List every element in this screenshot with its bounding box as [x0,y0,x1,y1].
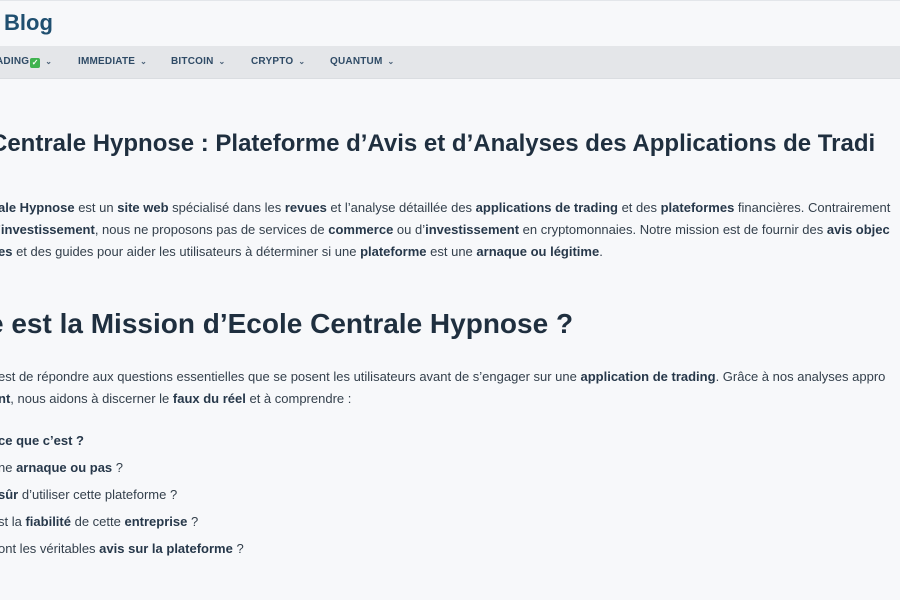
text: ? [112,460,123,475]
list-item: sûr d’utiliser cette plateforme ? [0,487,177,502]
bold-text: site web [117,200,169,215]
bold-text: application de trading [580,369,716,384]
intro-line: ’investissement, nous ne proposons pas d… [0,222,890,237]
list-item: st la fiabilité de cette entreprise ? [0,514,198,529]
text: et à comprendre : [245,391,352,406]
bold-text: investissement [0,222,95,237]
bold-text: ale Hypnose [0,200,75,215]
text: et des guides pour aider les utilisateur… [12,244,361,259]
bold-text: arnaque ou pas [16,460,113,475]
list-item: ne arnaque ou pas ? [0,460,123,475]
bold-text: revues [284,200,327,215]
mission-line: est de répondre aux questions essentiell… [0,369,885,384]
intro-line: es et des guides pour aider les utilisat… [0,244,603,259]
text: financières. Contrairement [734,200,891,215]
bold-text: plateformes [660,200,735,215]
text: ou d’ [393,222,426,237]
bold-text: avis sur la plateforme [99,541,233,556]
bold-text: nt [0,391,11,406]
bold-text: faux du réel [172,391,246,406]
text: st la [0,514,26,529]
bold-text: fiabilité [25,514,71,529]
text: et l’analyse détaillée des [326,200,476,215]
text: ne [0,460,13,475]
list-item: ont les véritables avis sur la plateform… [0,541,244,556]
text: est un [74,200,118,215]
section-heading: e est la Mission d’Ecole Centrale Hypnos… [0,308,574,339]
text: est de répondre aux questions essentiell… [0,369,581,384]
text: d’utiliser cette plateforme ? [18,487,178,502]
bold-text: avis objec [826,222,890,237]
text: spécialisé dans les [168,200,285,215]
page-title: Centrale Hypnose : Plateforme d’Avis et … [0,130,876,157]
bold-text: commerce [328,222,394,237]
bold-text: plateforme [360,244,427,259]
bold-text: applications de trading [475,200,618,215]
text: en cryptomonnaies. Notre mission est de … [519,222,827,237]
mission-line: nt, nous aidons à discerner le faux du r… [0,391,351,406]
list-item: ce que c’est ? [0,433,84,448]
bold-text: investissement [425,222,520,237]
bold-text: arnaque ou légitime [476,244,600,259]
text: . Grâce à nos analyses appro [715,369,886,384]
text: ont les véritables [0,541,100,556]
bold-text: entreprise [124,514,188,529]
bold-text: ce que c’est ? [0,433,84,448]
bold-text: es [0,244,13,259]
text: et des [617,200,661,215]
text: ? [187,514,199,529]
bold-text: sûr [0,487,19,502]
text: . [599,244,603,259]
text: ? [232,541,244,556]
text: , nous aidons à discerner le [10,391,173,406]
text: de cette [70,514,125,529]
text: , nous ne proposons pas de services de [94,222,329,237]
text: est une [426,244,477,259]
intro-line: ale Hypnose est un site web spécialisé d… [0,200,890,215]
article-content: Centrale Hypnose : Plateforme d’Avis et … [0,0,900,600]
